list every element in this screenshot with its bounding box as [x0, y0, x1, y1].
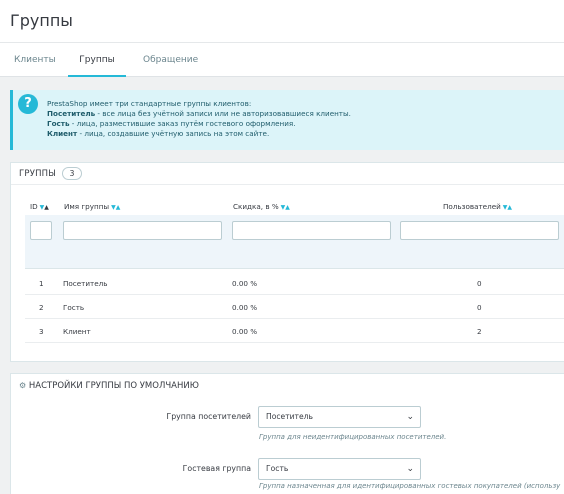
cell-id: 1 — [39, 279, 44, 288]
visitor-group-label: Группа посетителей — [166, 412, 251, 421]
page-header: Группы — [0, 0, 564, 42]
guest-group-label: Гостевая группа — [182, 464, 251, 473]
groups-panel: ГРУППЫ 3 ID ▼▲ Имя группы ▼▲ Скидка, в % ▼▲… — [10, 162, 564, 362]
page-title: Группы — [10, 11, 73, 30]
tab-bar: Клиенты Группы Обращение — [0, 42, 564, 77]
column-header-name[interactable]: Имя группы ▼▲ — [64, 202, 120, 211]
groups-panel-header: ГРУППЫ 3 — [11, 163, 564, 185]
visitor-group-select[interactable]: Посетитель ⌄ — [258, 406, 421, 428]
filter-name-input[interactable] — [63, 221, 222, 240]
cell-name: Гость — [63, 303, 85, 312]
tab-clients[interactable]: Клиенты — [14, 43, 56, 77]
alert-item-guest: Гость - лица, разместившие заказ путём г… — [47, 119, 296, 128]
info-alert: ? PrestaShop имеет три стандартные групп… — [10, 90, 564, 150]
sort-arrows-icon[interactable]: ▼▲ — [40, 204, 49, 211]
question-icon: ? — [18, 94, 38, 114]
filter-users-input[interactable] — [400, 221, 559, 240]
cell-users: 0 — [477, 279, 482, 288]
cell-discount: 0.00 % — [232, 327, 258, 336]
gears-icon: ⚙ — [19, 381, 27, 390]
sort-arrows-icon[interactable]: ▼▲ — [281, 204, 290, 211]
chevron-down-icon: ⌄ — [406, 412, 414, 422]
groups-count-badge: 3 — [62, 167, 82, 180]
groups-panel-title: ГРУППЫ — [19, 169, 56, 179]
table-row[interactable]: 1 Посетитель 0.00 % 0 — [25, 271, 564, 295]
cell-users: 0 — [477, 303, 482, 312]
visitor-group-help: Группа для неидентифицированных посетите… — [259, 433, 447, 441]
table-row[interactable]: 2 Гость 0.00 % 0 — [25, 295, 564, 319]
cell-id: 2 — [39, 303, 44, 312]
guest-group-help: Группа назначенная для идентифицированны… — [259, 482, 561, 490]
alert-intro: PrestaShop имеет три стандартные группы … — [47, 99, 252, 108]
guest-group-select[interactable]: Гость ⌄ — [258, 458, 421, 480]
alert-text: PrestaShop имеет три стандартные группы … — [47, 99, 351, 139]
cell-discount: 0.00 % — [232, 303, 258, 312]
filter-id-input[interactable] — [30, 221, 52, 240]
alert-item-visitor: Посетитель - все лица без учётной записи… — [47, 109, 351, 118]
column-header-id[interactable]: ID ▼▲ — [30, 202, 49, 211]
filter-row — [25, 215, 564, 269]
default-group-settings-panel: ⚙ НАСТРОЙКИ ГРУППЫ ПО УМОЛЧАНИЮ Группа п… — [10, 373, 564, 494]
sort-arrows-icon[interactable]: ▼▲ — [503, 204, 512, 211]
cell-id: 3 — [39, 327, 44, 336]
cell-discount: 0.00 % — [232, 279, 258, 288]
column-header-users[interactable]: Пользователей ▼▲ — [443, 202, 512, 211]
cell-name: Посетитель — [63, 279, 108, 288]
chevron-down-icon: ⌄ — [406, 464, 414, 474]
settings-panel-title: ⚙ НАСТРОЙКИ ГРУППЫ ПО УМОЛЧАНИЮ — [19, 381, 199, 391]
column-header-discount[interactable]: Скидка, в % ▼▲ — [233, 202, 290, 211]
filter-discount-input[interactable] — [232, 221, 391, 240]
tab-groups[interactable]: Группы — [68, 43, 126, 77]
table-row[interactable]: 3 Клиент 0.00 % 2 — [25, 319, 564, 343]
alert-item-customer: Клиент - лица, создавшие учётную запись … — [47, 129, 270, 138]
cell-users: 2 — [477, 327, 482, 336]
cell-name: Клиент — [63, 327, 91, 336]
sort-arrows-icon[interactable]: ▼▲ — [111, 204, 120, 211]
tab-titles[interactable]: Обращение — [143, 43, 198, 77]
